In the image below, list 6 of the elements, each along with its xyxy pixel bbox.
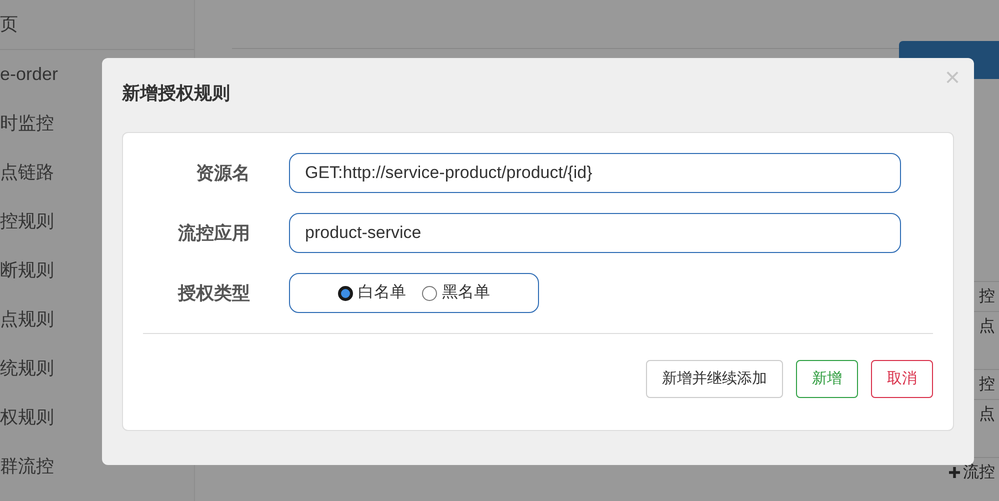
field-label: 资源名 xyxy=(195,162,250,184)
field-label: 流控应用 xyxy=(176,222,250,244)
field-label: 授权类型 xyxy=(176,282,250,304)
radio-label: 白名单 xyxy=(358,283,406,303)
radio-label: 黑名单 xyxy=(442,283,490,303)
dialog-title: 新增授权规则 xyxy=(122,82,231,105)
